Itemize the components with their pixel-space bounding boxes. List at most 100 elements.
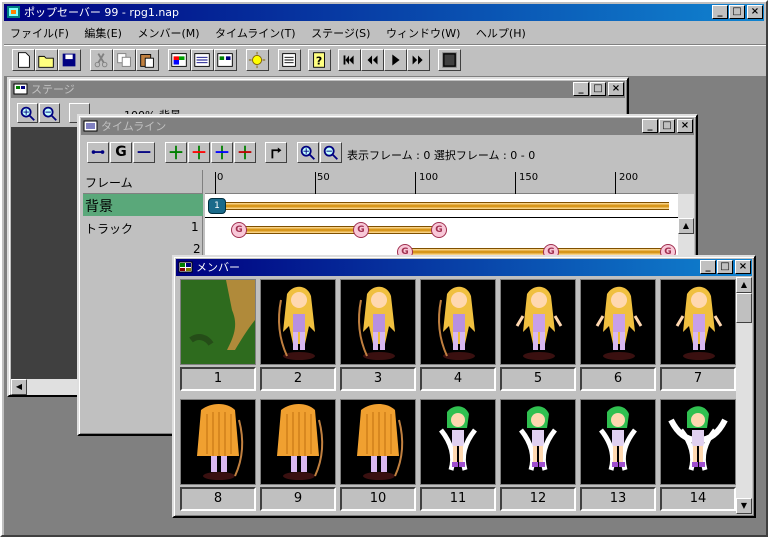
member-thumbnail[interactable] — [580, 399, 656, 485]
member-vscrollbar[interactable]: ▲ ▼ — [736, 277, 752, 514]
member-thumbnail[interactable] — [420, 279, 496, 365]
stage-maximize-button[interactable]: □ — [590, 82, 606, 96]
timeline-titlebar[interactable]: タイムライン _ □ × — [81, 118, 694, 135]
group-button[interactable]: G — [110, 142, 132, 163]
member-scroll-thumb[interactable] — [736, 293, 752, 323]
link-icon[interactable] — [87, 142, 109, 163]
stage-window-icon[interactable] — [168, 49, 191, 71]
timeline-minimize-button[interactable]: _ — [642, 119, 658, 133]
properties-icon[interactable] — [278, 49, 301, 71]
member-cell[interactable]: 7 — [660, 279, 736, 391]
member-scroll-down[interactable]: ▼ — [736, 498, 752, 514]
member-cell[interactable]: 10 — [340, 399, 416, 511]
member-label: 11 — [420, 487, 496, 511]
ruler: 0 50 100 150 200 — [205, 170, 678, 194]
jump-icon[interactable] — [265, 142, 287, 163]
member-cell[interactable]: 14 — [660, 399, 736, 511]
member-thumbnail[interactable] — [180, 399, 256, 485]
insert-frame-icon[interactable] — [165, 142, 187, 163]
effect-icon[interactable] — [246, 49, 269, 71]
member-cell[interactable]: 8 — [180, 399, 256, 511]
main-titlebar[interactable]: ポップセーバー 99 - rpg1.nap _ □ × — [4, 4, 764, 21]
expand-icon[interactable] — [211, 142, 233, 163]
minimize-button[interactable]: _ — [712, 5, 728, 19]
timeline-window-icon[interactable] — [191, 49, 214, 71]
stage-close-button[interactable]: × — [608, 82, 624, 96]
timeline-maximize-button[interactable]: □ — [659, 119, 675, 133]
open-folder-icon[interactable] — [35, 49, 58, 71]
timeline-close-button[interactable]: × — [677, 119, 693, 133]
cut-icon[interactable] — [90, 49, 113, 71]
copy-icon[interactable] — [113, 49, 136, 71]
zoom-out-icon[interactable] — [39, 103, 60, 123]
menu-edit[interactable]: 編集(E) — [78, 23, 128, 41]
member-cell[interactable]: 1 — [180, 279, 256, 391]
timeline-scroll-up[interactable]: ▲ — [678, 218, 694, 234]
zoom-in-icon[interactable] — [17, 103, 38, 123]
member-thumbnail[interactable] — [260, 279, 336, 365]
member-cell[interactable]: 5 — [500, 279, 576, 391]
preview-icon[interactable] — [438, 49, 461, 71]
member-thumbnail[interactable] — [180, 279, 256, 365]
member-icon — [178, 261, 193, 273]
member-label: 7 — [660, 367, 736, 391]
play-icon[interactable] — [384, 49, 407, 71]
member-cell[interactable]: 12 — [500, 399, 576, 511]
menu-member[interactable]: メンバー(M) — [131, 23, 205, 41]
new-file-icon[interactable] — [12, 49, 35, 71]
member-label: 3 — [340, 367, 416, 391]
track-row-label[interactable]: トラック — [83, 218, 173, 238]
member-label: 5 — [500, 367, 576, 391]
member-thumbnail[interactable] — [500, 399, 576, 485]
member-maximize-button[interactable]: □ — [717, 260, 733, 274]
member-thumbnail[interactable] — [660, 399, 736, 485]
stage-titlebar[interactable]: ステージ _ □ × — [11, 81, 625, 98]
member-thumbnail[interactable] — [340, 279, 416, 365]
scroll-left-button[interactable]: ◀ — [11, 379, 27, 395]
member-cell[interactable]: 4 — [420, 279, 496, 391]
member-titlebar[interactable]: メンバー _ □ × — [176, 259, 752, 276]
timeline-zoom-in-icon[interactable] — [297, 142, 319, 163]
member-scroll-up[interactable]: ▲ — [736, 277, 752, 293]
track-1-keyframe-3[interactable]: G — [431, 222, 447, 238]
background-bar[interactable] — [217, 202, 669, 210]
menu-window[interactable]: ウィンドウ(W) — [380, 23, 466, 41]
menu-file[interactable]: ファイル(F) — [4, 23, 75, 41]
menu-timeline[interactable]: タイムライン(T) — [209, 23, 302, 41]
member-thumbnail[interactable] — [580, 279, 656, 365]
member-minimize-button[interactable]: _ — [700, 260, 716, 274]
member-thumbnail[interactable] — [500, 279, 576, 365]
track-1-bar[interactable] — [243, 226, 439, 234]
line-icon[interactable] — [133, 142, 155, 163]
paste-icon[interactable] — [136, 49, 159, 71]
rewind-start-icon[interactable] — [338, 49, 361, 71]
member-cell[interactable]: 2 — [260, 279, 336, 391]
delete-frame-icon[interactable] — [188, 142, 210, 163]
member-cell[interactable]: 9 — [260, 399, 336, 511]
shrink-icon[interactable] — [234, 142, 256, 163]
stage-minimize-button[interactable]: _ — [573, 82, 589, 96]
close-button[interactable]: × — [747, 5, 763, 19]
member-thumbnail[interactable] — [660, 279, 736, 365]
track-1-keyframe-2[interactable]: G — [353, 222, 369, 238]
menu-help[interactable]: ヘルプ(H) — [470, 23, 532, 41]
menu-stage[interactable]: ステージ(S) — [305, 23, 376, 41]
fast-forward-icon[interactable] — [407, 49, 430, 71]
playhead-marker[interactable]: 1 — [208, 198, 226, 214]
member-thumbnail[interactable] — [340, 399, 416, 485]
member-window-icon[interactable] — [214, 49, 237, 71]
member-close-button[interactable]: × — [735, 260, 751, 274]
save-icon[interactable] — [58, 49, 81, 71]
timeline-zoom-out-icon[interactable] — [320, 142, 342, 163]
member-cell[interactable]: 13 — [580, 399, 656, 511]
member-cell[interactable]: 6 — [580, 279, 656, 391]
step-back-icon[interactable] — [361, 49, 384, 71]
background-row-label[interactable]: 背景 — [83, 194, 203, 216]
member-cell[interactable]: 3 — [340, 279, 416, 391]
member-thumbnail[interactable] — [420, 399, 496, 485]
member-thumbnail[interactable] — [260, 399, 336, 485]
track-1-keyframe-1[interactable]: G — [231, 222, 247, 238]
help-icon[interactable]: ? — [308, 49, 331, 71]
maximize-button[interactable]: □ — [729, 5, 745, 19]
member-cell[interactable]: 11 — [420, 399, 496, 511]
